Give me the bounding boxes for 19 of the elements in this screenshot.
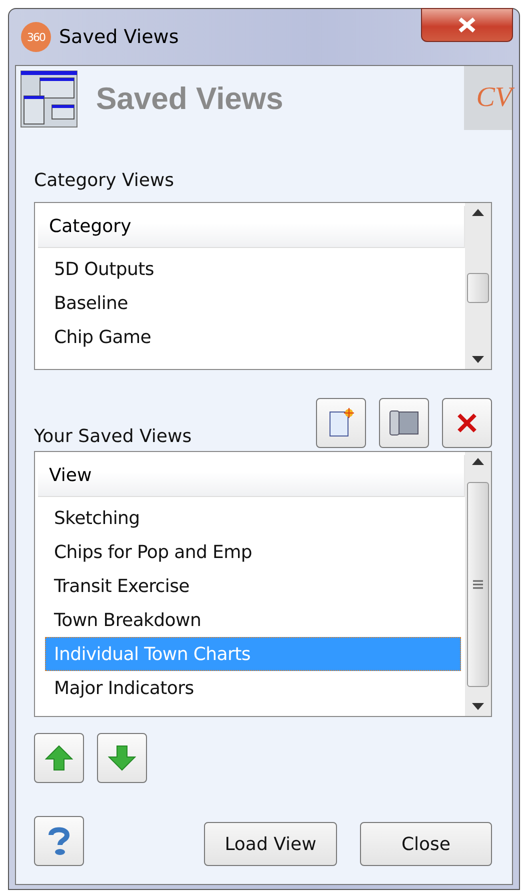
- list-item[interactable]: Chip Game: [45, 320, 461, 354]
- section-label: Your Saved Views: [34, 426, 192, 447]
- list-box[interactable]: Category 5D Outputs Baseline Chip Game: [34, 202, 492, 370]
- list-box[interactable]: View Sketching Chips for Pop and Emp Transit Exercise Town Breakdown Individual Town Charts Major Indicators: [34, 451, 492, 717]
- list-item[interactable]: Town Breakdown: [45, 603, 461, 637]
- section-label: Category Views: [34, 170, 176, 191]
- header-title: Saved Views: [96, 81, 284, 117]
- list-item[interactable]: Sketching: [45, 501, 461, 535]
- column-header[interactable]: Category: [38, 206, 465, 248]
- load-view-button[interactable]: Load View: [204, 822, 337, 866]
- window-title: Saved Views: [59, 26, 179, 48]
- list-item[interactable]: 5D Outputs: [45, 252, 461, 286]
- list-item[interactable]: Baseline: [45, 286, 461, 320]
- list-item[interactable]: Major Indicators: [45, 671, 461, 705]
- column-header[interactable]: View: [38, 455, 465, 497]
- app-icon: 360: [21, 22, 51, 52]
- list-item[interactable]: Transit Exercise: [45, 569, 461, 603]
- close-dialog-button[interactable]: Close: [360, 822, 492, 866]
- list-item[interactable]: Chips for Pop and Emp: [45, 535, 461, 569]
